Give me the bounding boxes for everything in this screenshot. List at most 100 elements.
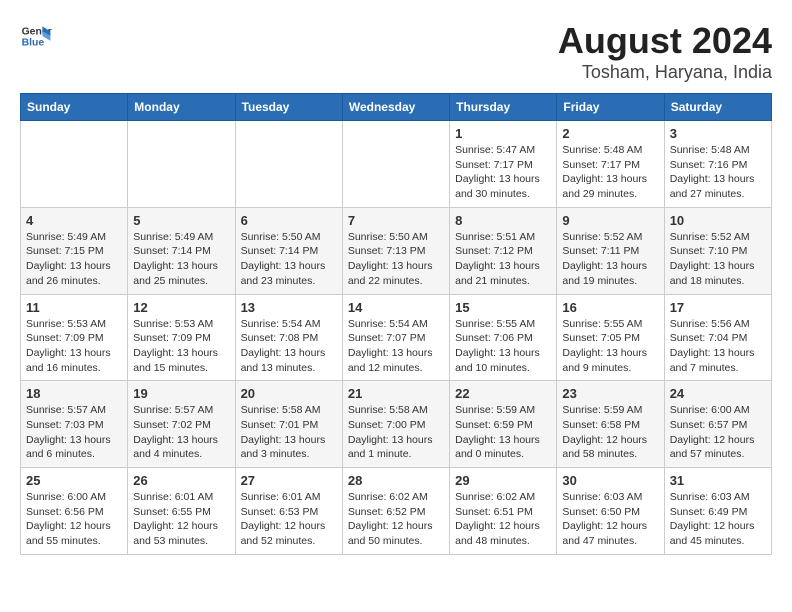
calendar-cell: 1 Sunrise: 5:47 AM Sunset: 7:17 PM Daylig… xyxy=(450,121,557,208)
calendar-cell: 11 Sunrise: 5:53 AM Sunset: 7:09 PM Dayli… xyxy=(21,294,128,381)
day-info: Sunrise: 5:58 AM Sunset: 7:00 PM Dayligh… xyxy=(348,403,444,462)
calendar-cell: 5Sunrise: 5:49 AM Sunset: 7:14 PM Daylig… xyxy=(128,207,235,294)
page-header: General Blue August 2024 Tosham, Haryana… xyxy=(20,20,772,83)
day-info: Sunrise: 5:48 AM Sunset: 7:16 PM Dayligh… xyxy=(670,143,766,202)
calendar-cell: 29Sunrise: 6:02 AM Sunset: 6:51 PM Dayli… xyxy=(450,468,557,555)
day-info: Sunrise: 5:55 AM Sunset: 7:05 PM Dayligh… xyxy=(562,317,658,376)
day-info: Sunrise: 5:57 AM Sunset: 7:03 PM Dayligh… xyxy=(26,403,122,462)
day-info: Sunrise: 6:02 AM Sunset: 6:52 PM Dayligh… xyxy=(348,490,444,549)
day-number: 27 xyxy=(241,473,337,488)
calendar-cell: 7Sunrise: 5:50 AM Sunset: 7:13 PM Daylig… xyxy=(342,207,449,294)
day-number: 22 xyxy=(455,386,551,401)
day-number: 17 xyxy=(670,300,766,315)
day-info: Sunrise: 5:51 AM Sunset: 7:12 PM Dayligh… xyxy=(455,230,551,289)
day-number: 20 xyxy=(241,386,337,401)
calendar-cell: 20Sunrise: 5:58 AM Sunset: 7:01 PM Dayli… xyxy=(235,381,342,468)
day-number: 28 xyxy=(348,473,444,488)
day-info: Sunrise: 5:57 AM Sunset: 7:02 PM Dayligh… xyxy=(133,403,229,462)
calendar-cell: 26Sunrise: 6:01 AM Sunset: 6:55 PM Dayli… xyxy=(128,468,235,555)
calendar-week-row: 18 Sunrise: 5:57 AM Sunset: 7:03 PM Dayli… xyxy=(21,381,772,468)
calendar-title: August 2024 xyxy=(558,20,772,62)
svg-text:Blue: Blue xyxy=(22,38,45,49)
calendar-cell: 12 Sunrise: 5:53 AM Sunset: 7:09 PM Dayli… xyxy=(128,294,235,381)
logo: General Blue xyxy=(20,20,52,52)
day-info: Sunrise: 5:52 AM Sunset: 7:11 PM Dayligh… xyxy=(562,230,658,289)
calendar-cell: 21Sunrise: 5:58 AM Sunset: 7:00 PM Dayli… xyxy=(342,381,449,468)
day-info: Sunrise: 5:48 AM Sunset: 7:17 PM Dayligh… xyxy=(562,143,658,202)
day-header: Tuesday xyxy=(235,94,342,121)
day-info: Sunrise: 5:49 AM Sunset: 7:15 PM Dayligh… xyxy=(26,230,122,289)
day-number: 10 xyxy=(670,213,766,228)
day-number: 6 xyxy=(241,213,337,228)
day-info: Sunrise: 6:02 AM Sunset: 6:51 PM Dayligh… xyxy=(455,490,551,549)
day-info: Sunrise: 5:52 AM Sunset: 7:10 PM Dayligh… xyxy=(670,230,766,289)
calendar-cell: 8 Sunrise: 5:51 AM Sunset: 7:12 PM Daylig… xyxy=(450,207,557,294)
calendar-cell: 3Sunrise: 5:48 AM Sunset: 7:16 PM Daylig… xyxy=(664,121,771,208)
day-header: Wednesday xyxy=(342,94,449,121)
calendar-cell xyxy=(128,121,235,208)
day-number: 13 xyxy=(241,300,337,315)
calendar-cell: 2 Sunrise: 5:48 AM Sunset: 7:17 PM Daylig… xyxy=(557,121,664,208)
day-header: Friday xyxy=(557,94,664,121)
day-info: Sunrise: 5:54 AM Sunset: 7:08 PM Dayligh… xyxy=(241,317,337,376)
calendar-cell: 19Sunrise: 5:57 AM Sunset: 7:02 PM Dayli… xyxy=(128,381,235,468)
calendar-cell: 28 Sunrise: 6:02 AM Sunset: 6:52 PM Dayli… xyxy=(342,468,449,555)
day-info: Sunrise: 6:00 AM Sunset: 6:56 PM Dayligh… xyxy=(26,490,122,549)
calendar-cell: 18 Sunrise: 5:57 AM Sunset: 7:03 PM Dayli… xyxy=(21,381,128,468)
day-number: 8 xyxy=(455,213,551,228)
calendar-cell: 23 Sunrise: 5:59 AM Sunset: 6:58 PM Dayli… xyxy=(557,381,664,468)
calendar-week-row: 1 Sunrise: 5:47 AM Sunset: 7:17 PM Daylig… xyxy=(21,121,772,208)
calendar-cell: 31 Sunrise: 6:03 AM Sunset: 6:49 PM Dayli… xyxy=(664,468,771,555)
day-info: Sunrise: 5:56 AM Sunset: 7:04 PM Dayligh… xyxy=(670,317,766,376)
day-info: Sunrise: 5:50 AM Sunset: 7:13 PM Dayligh… xyxy=(348,230,444,289)
calendar-cell xyxy=(235,121,342,208)
day-info: Sunrise: 5:59 AM Sunset: 6:58 PM Dayligh… xyxy=(562,403,658,462)
calendar-cell: 17 Sunrise: 5:56 AM Sunset: 7:04 PM Dayli… xyxy=(664,294,771,381)
calendar-week-row: 4 Sunrise: 5:49 AM Sunset: 7:15 PM Daylig… xyxy=(21,207,772,294)
day-number: 12 xyxy=(133,300,229,315)
day-number: 15 xyxy=(455,300,551,315)
day-info: Sunrise: 6:00 AM Sunset: 6:57 PM Dayligh… xyxy=(670,403,766,462)
calendar-cell: 13 Sunrise: 5:54 AM Sunset: 7:08 PM Dayli… xyxy=(235,294,342,381)
day-info: Sunrise: 6:01 AM Sunset: 6:53 PM Dayligh… xyxy=(241,490,337,549)
day-number: 5 xyxy=(133,213,229,228)
calendar-cell: 25 Sunrise: 6:00 AM Sunset: 6:56 PM Dayli… xyxy=(21,468,128,555)
calendar-cell: 4 Sunrise: 5:49 AM Sunset: 7:15 PM Daylig… xyxy=(21,207,128,294)
day-info: Sunrise: 5:53 AM Sunset: 7:09 PM Dayligh… xyxy=(133,317,229,376)
day-info: Sunrise: 5:50 AM Sunset: 7:14 PM Dayligh… xyxy=(241,230,337,289)
day-number: 30 xyxy=(562,473,658,488)
calendar-cell: 27 Sunrise: 6:01 AM Sunset: 6:53 PM Dayli… xyxy=(235,468,342,555)
day-info: Sunrise: 5:53 AM Sunset: 7:09 PM Dayligh… xyxy=(26,317,122,376)
calendar-subtitle: Tosham, Haryana, India xyxy=(558,62,772,83)
day-number: 16 xyxy=(562,300,658,315)
logo-icon: General Blue xyxy=(20,20,52,52)
day-number: 23 xyxy=(562,386,658,401)
calendar-table: SundayMondayTuesdayWednesdayThursdayFrid… xyxy=(20,93,772,555)
calendar-cell: 24 Sunrise: 6:00 AM Sunset: 6:57 PM Dayli… xyxy=(664,381,771,468)
title-block: August 2024 Tosham, Haryana, India xyxy=(558,20,772,83)
calendar-cell: 16 Sunrise: 5:55 AM Sunset: 7:05 PM Dayli… xyxy=(557,294,664,381)
calendar-cell: 10 Sunrise: 5:52 AM Sunset: 7:10 PM Dayli… xyxy=(664,207,771,294)
day-number: 25 xyxy=(26,473,122,488)
day-info: Sunrise: 5:47 AM Sunset: 7:17 PM Dayligh… xyxy=(455,143,551,202)
calendar-cell: 6 Sunrise: 5:50 AM Sunset: 7:14 PM Daylig… xyxy=(235,207,342,294)
day-number: 18 xyxy=(26,386,122,401)
day-header: Sunday xyxy=(21,94,128,121)
day-number: 26 xyxy=(133,473,229,488)
day-number: 4 xyxy=(26,213,122,228)
day-number: 1 xyxy=(455,126,551,141)
calendar-week-row: 11 Sunrise: 5:53 AM Sunset: 7:09 PM Dayli… xyxy=(21,294,772,381)
day-header: Saturday xyxy=(664,94,771,121)
day-info: Sunrise: 6:03 AM Sunset: 6:49 PM Dayligh… xyxy=(670,490,766,549)
day-info: Sunrise: 5:54 AM Sunset: 7:07 PM Dayligh… xyxy=(348,317,444,376)
day-header: Monday xyxy=(128,94,235,121)
calendar-header-row: SundayMondayTuesdayWednesdayThursdayFrid… xyxy=(21,94,772,121)
day-number: 31 xyxy=(670,473,766,488)
day-number: 24 xyxy=(670,386,766,401)
day-info: Sunrise: 5:59 AM Sunset: 6:59 PM Dayligh… xyxy=(455,403,551,462)
day-number: 2 xyxy=(562,126,658,141)
day-number: 9 xyxy=(562,213,658,228)
calendar-cell xyxy=(21,121,128,208)
calendar-week-row: 25 Sunrise: 6:00 AM Sunset: 6:56 PM Dayli… xyxy=(21,468,772,555)
day-number: 11 xyxy=(26,300,122,315)
